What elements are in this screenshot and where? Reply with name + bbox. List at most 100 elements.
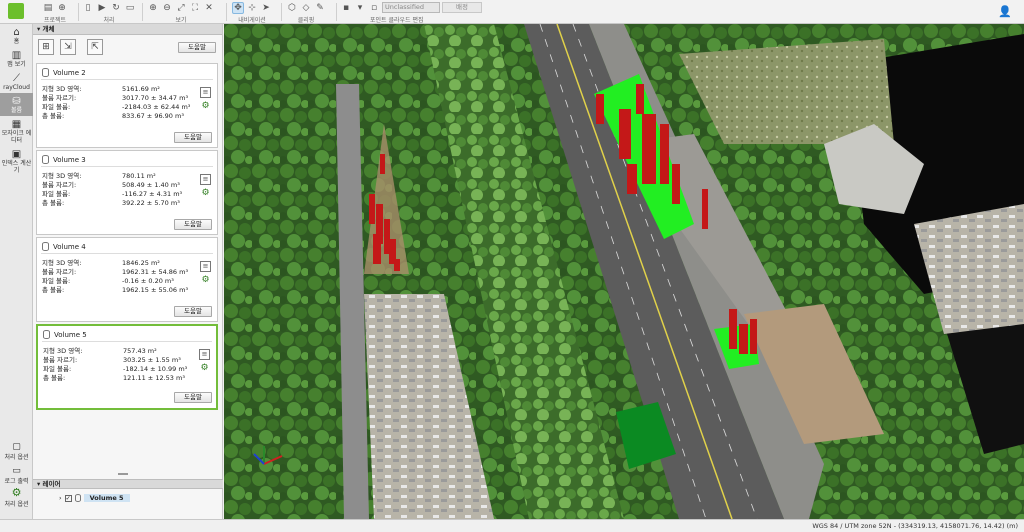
assign-button[interactable]: 배정: [442, 2, 482, 13]
terrain-area-value: 757.43 m²: [123, 347, 157, 355]
nav-map-view[interactable]: ▥ 맵 보기: [0, 47, 33, 70]
cut-volume-value: 303.25 ± 1.55 m³: [123, 356, 181, 364]
volume-card[interactable]: Volume 3 지형 3D 영역: 780.11 m² 볼륨 자르기: 508.4…: [36, 150, 218, 235]
toolbar-group-navigation: ✥ ⊹ ➤ 내비게이션: [232, 1, 272, 24]
nav-home[interactable]: ⌂ 홈: [0, 24, 33, 47]
zoom-extent-icon[interactable]: ⛶: [189, 2, 201, 14]
report-icon[interactable]: ▭: [124, 2, 136, 14]
refresh-icon[interactable]: ↻: [110, 2, 122, 14]
home-icon: ⌂: [13, 27, 20, 38]
row-label: 지형 3D 영역:: [42, 85, 82, 93]
raycloud-3d-view[interactable]: [224, 24, 1024, 519]
gear-icon[interactable]: ⚙: [200, 188, 211, 199]
zoom-out-icon[interactable]: ⊖: [161, 2, 173, 14]
cylinder-icon: [74, 494, 81, 502]
layer-checkbox[interactable]: ✓: [64, 494, 72, 502]
layer-tree-row[interactable]: › ✓ Volume 5: [59, 494, 130, 502]
nav-index-calculator[interactable]: ▣ 인덱스 계산기: [0, 146, 33, 176]
run-icon[interactable]: ▶: [96, 2, 108, 14]
new-file-icon[interactable]: ▯: [82, 2, 94, 14]
help-button[interactable]: 도움말: [174, 392, 212, 403]
coordinates-readout: WGS 84 / UTM zone 52N - (334319.13, 4158…: [812, 522, 1018, 530]
fly-icon[interactable]: ➤: [260, 2, 272, 14]
brush-icon[interactable]: ✎: [314, 2, 326, 14]
report-icon[interactable]: ≡: [200, 87, 211, 98]
toolbar-group-label: 처리: [103, 17, 115, 24]
layers-header[interactable]: ▾ 레이어: [33, 479, 223, 489]
log-icon: ▭: [12, 466, 21, 476]
raycloud-icon: ⟋: [13, 73, 20, 84]
pan-icon[interactable]: ✥: [232, 1, 244, 14]
total-volume-value: 392.22 ± 5.70 m³: [122, 199, 180, 207]
row-label: 볼륨 자르기:: [42, 181, 77, 189]
volume-icon: ⛁: [12, 96, 21, 107]
report-icon[interactable]: ≡: [200, 261, 211, 272]
gear-icon[interactable]: ⚙: [200, 101, 211, 112]
nav-label: 홈: [13, 38, 20, 45]
class-swatch-icon[interactable]: ▫: [368, 2, 380, 14]
layer-name[interactable]: Volume 5: [83, 494, 130, 502]
gear-icon[interactable]: ⚙: [200, 275, 211, 286]
export-volume-icon[interactable]: ⇱: [87, 39, 103, 55]
volume-card[interactable]: Volume 2 지형 3D 영역: 5161.69 m² 볼륨 자르기: 3017…: [36, 63, 218, 148]
user-account-icon[interactable]: 👤: [998, 5, 1012, 18]
dropdown-arrow-icon[interactable]: ▾: [354, 2, 366, 14]
status-bar: WGS 84 / UTM zone 52N - (334319.13, 4158…: [0, 519, 1024, 532]
fill-volume-value: -182.14 ± 10.99 m³: [123, 365, 188, 373]
fill-volume-value: -116.27 ± 4.31 m³: [122, 190, 183, 198]
toolbar-group-point-cloud-edit: ▪ ▾ ▫ Unclassified 배정 포인트 클라우드 편집: [340, 1, 482, 24]
square-select-icon[interactable]: ▪: [340, 2, 352, 14]
row-label: 총 볼륨:: [42, 199, 65, 207]
clip-cube-icon[interactable]: ◇: [300, 2, 312, 14]
map-icon: ▥: [11, 50, 22, 61]
nav-processing-settings[interactable]: ⚙ 처리 옵션: [0, 486, 33, 508]
import-volume-icon[interactable]: ⇲: [60, 39, 76, 55]
volume-card[interactable]: Volume 4 지형 3D 영역: 1846.25 m² 볼륨 자르기: 1962…: [36, 237, 218, 322]
new-volume-icon[interactable]: ⊞: [38, 39, 54, 55]
row-label: 지형 3D 영역:: [42, 172, 82, 180]
toolbar-group-label: 내비게이션: [238, 17, 266, 24]
total-volume-value: 833.67 ± 96.90 m³: [122, 112, 184, 120]
nav-label: 처리 옵션: [4, 454, 29, 461]
help-button[interactable]: 도움말: [174, 306, 212, 317]
clip-box-icon[interactable]: ⬡: [286, 2, 298, 14]
row-label: 볼륨 자르기:: [42, 268, 77, 276]
help-button[interactable]: 도움말: [174, 132, 212, 143]
reset-view-icon[interactable]: ✕: [203, 2, 215, 14]
fill-volume-value: -0.16 ± 0.20 m³: [122, 277, 174, 285]
nav-processing-options[interactable]: ▢ 처리 옵션: [0, 442, 33, 461]
volume-name: Volume 4: [53, 242, 86, 251]
expand-arrow-icon[interactable]: ›: [59, 494, 62, 502]
row-label: 총 볼륨:: [43, 374, 66, 382]
row-label: 파일 볼륨:: [42, 190, 71, 198]
nav-raycloud[interactable]: ⟋ rayCloud: [0, 70, 33, 93]
toolbar-group-process: ▯ ▶ ↻ ▭ 처리: [82, 1, 136, 25]
row-label: 지형 3D 영역:: [42, 259, 82, 267]
panel-title[interactable]: ▾ 개체: [33, 24, 222, 35]
volume-card-selected[interactable]: Volume 5 지형 3D 영역: 757.43 m² 볼륨 자르기: 303.2…: [36, 324, 218, 410]
toolbar-group-view: ⊕ ⊖ ⤢ ⛶ ✕ 보기: [147, 1, 215, 25]
report-icon[interactable]: ≡: [199, 349, 210, 360]
nav-log-output[interactable]: ▭ 로그 출력: [0, 466, 33, 485]
help-button[interactable]: 도움말: [178, 42, 216, 53]
row-label: 파일 볼륨:: [43, 365, 72, 373]
nav-mosaic-editor[interactable]: ▦ 모자이크 에디터: [0, 116, 33, 146]
zoom-in-icon[interactable]: ⊕: [147, 2, 159, 14]
cut-volume-value: 1962.31 ± 54.86 m³: [122, 268, 189, 276]
volume-name: Volume 2: [53, 68, 86, 77]
orbit-icon[interactable]: ⊹: [246, 2, 258, 14]
cut-volume-value: 508.49 ± 1.40 m³: [122, 181, 180, 189]
row-label: 볼륨 자르기:: [42, 94, 77, 102]
open-project-icon[interactable]: ▤: [42, 2, 54, 14]
point-cloud-scene[interactable]: [224, 24, 1024, 519]
nav-label: 인덱스 계산기: [1, 160, 32, 174]
point-class-select[interactable]: Unclassified: [382, 2, 440, 13]
panel-splitter-handle[interactable]: [118, 473, 128, 475]
project-target-icon[interactable]: ⊕: [56, 2, 68, 14]
gear-icon[interactable]: ⚙: [199, 363, 210, 374]
help-button[interactable]: 도움말: [174, 219, 212, 230]
fit-view-icon[interactable]: ⤢: [175, 2, 187, 14]
report-icon[interactable]: ≡: [200, 174, 211, 185]
nav-volume[interactable]: ⛁ 볼륨: [0, 93, 33, 116]
cylinder-icon: [42, 68, 49, 77]
